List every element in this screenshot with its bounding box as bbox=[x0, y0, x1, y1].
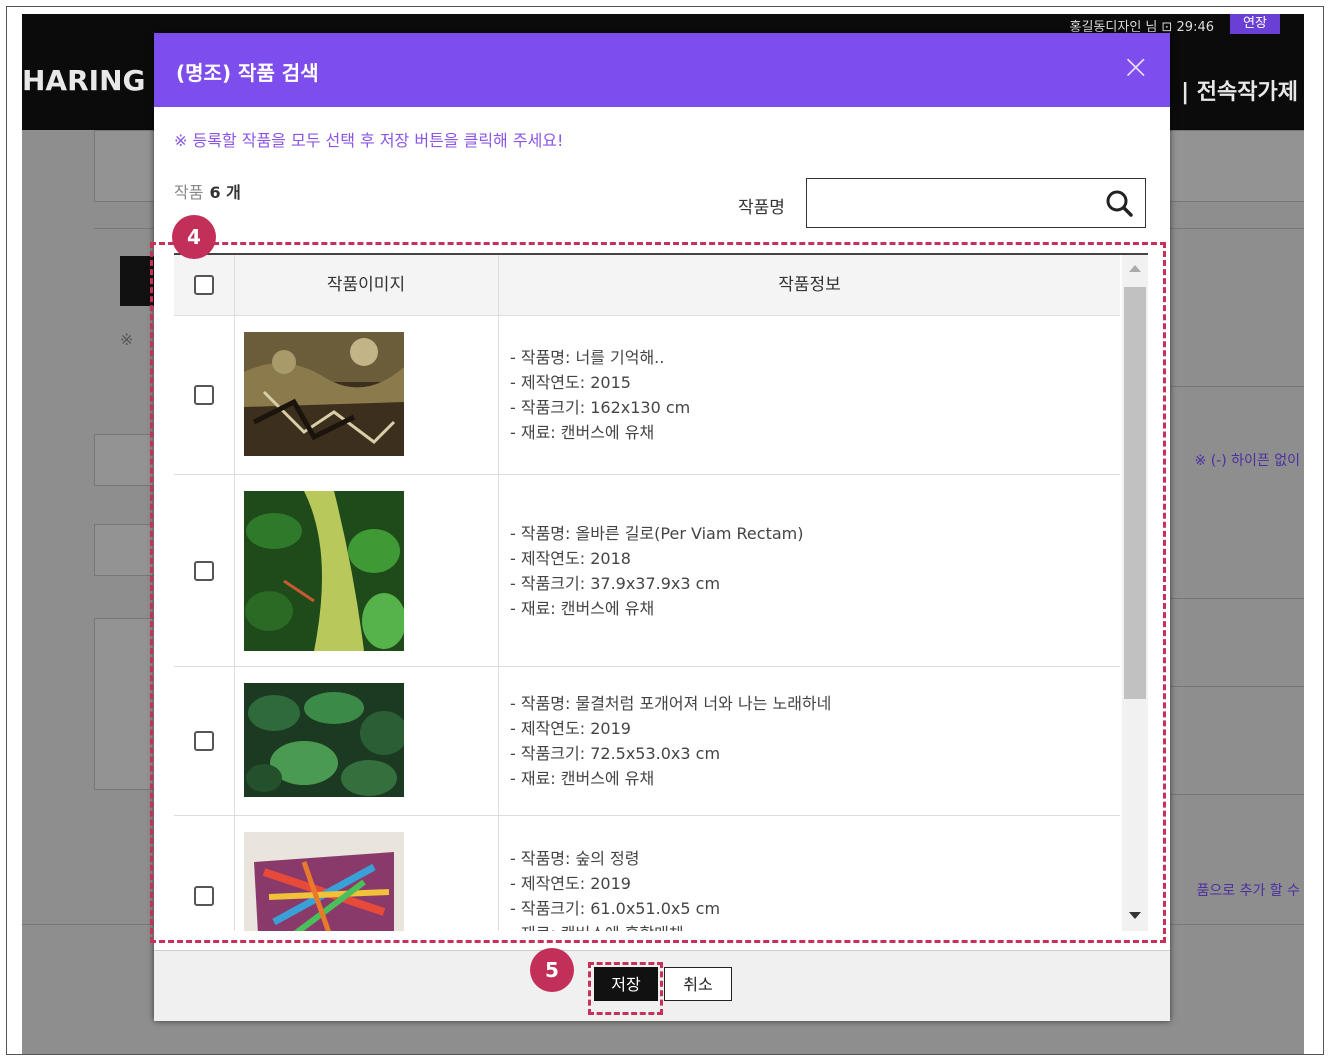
nav-menu-item[interactable]: | 전속작가제 bbox=[1181, 74, 1298, 106]
count-label: 작품 bbox=[174, 183, 204, 202]
site-brand: HARING bbox=[22, 64, 146, 97]
step-badge-4: 4 bbox=[172, 215, 216, 259]
highlight-table-area bbox=[150, 242, 1166, 943]
background-field bbox=[94, 434, 156, 486]
search-icon[interactable] bbox=[1105, 189, 1133, 217]
background-divider bbox=[22, 924, 162, 925]
instruction-notice: ※ 등록할 작품을 모두 선택 후 저장 버튼을 클릭해 주세요! bbox=[174, 131, 564, 150]
background-field bbox=[94, 618, 156, 790]
background-divider bbox=[1168, 598, 1304, 599]
background-field bbox=[94, 130, 156, 202]
background-field bbox=[1168, 130, 1304, 202]
highlight-save-button bbox=[588, 962, 663, 1015]
extend-session-button[interactable]: 연장 bbox=[1230, 14, 1280, 34]
artwork-count: 작품 6 개 bbox=[174, 179, 241, 203]
close-icon[interactable]: × bbox=[1122, 47, 1151, 87]
background-divider bbox=[1168, 228, 1304, 229]
background-mark: ※ bbox=[120, 330, 134, 349]
modal-header: (명조) 작품 검색 × bbox=[154, 33, 1170, 107]
search-label: 작품명 bbox=[738, 198, 785, 218]
search-input[interactable] bbox=[815, 179, 1089, 227]
background-divider bbox=[1168, 386, 1304, 387]
cancel-button[interactable]: 취소 bbox=[664, 967, 732, 1001]
background-field bbox=[94, 524, 156, 576]
background-note: 품으로 추가 할 수 bbox=[1196, 883, 1300, 899]
search-field bbox=[806, 178, 1146, 228]
background-divider bbox=[1168, 924, 1304, 925]
background-note: ※ (-) 하이픈 없이 bbox=[1194, 453, 1300, 469]
background-divider bbox=[1168, 794, 1304, 795]
background-divider bbox=[1168, 686, 1304, 687]
count-value: 6 개 bbox=[209, 183, 241, 202]
step-badge-5: 5 bbox=[530, 948, 574, 992]
modal-title: (명조) 작품 검색 bbox=[176, 61, 319, 85]
